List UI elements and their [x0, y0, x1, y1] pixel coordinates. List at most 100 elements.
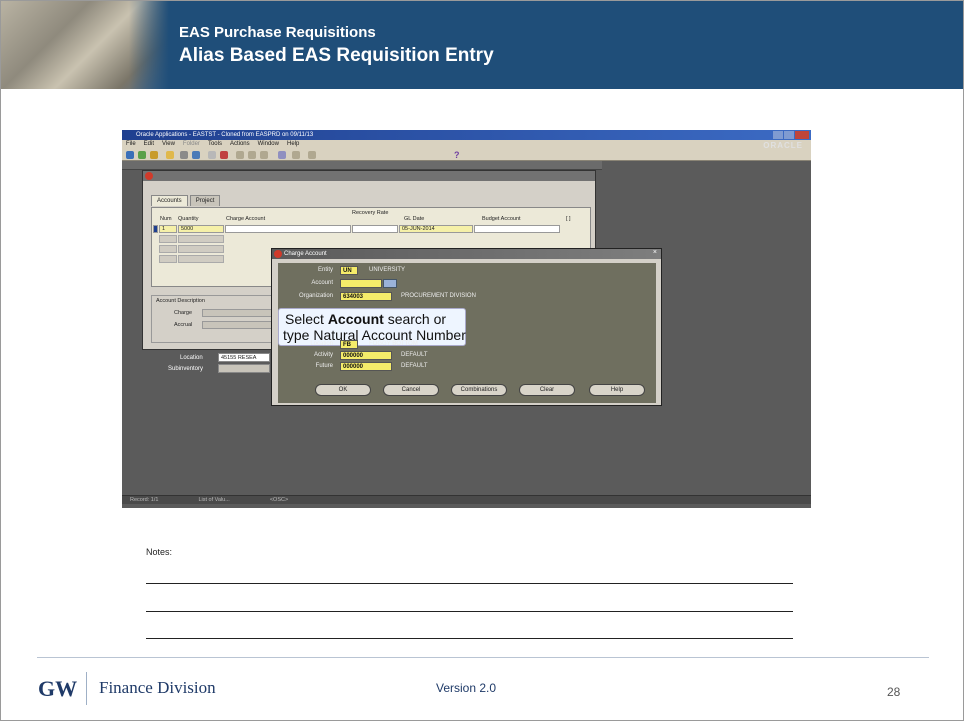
cell-quantity[interactable]: 5000: [178, 225, 224, 233]
attachments-icon[interactable]: [278, 151, 286, 159]
empty-row: [178, 235, 224, 243]
help-icon[interactable]: ?: [454, 151, 462, 160]
notes-line: [146, 583, 793, 584]
empty-row: [159, 235, 177, 243]
campus-photo: [1, 1, 169, 89]
empty-row: [178, 255, 224, 263]
account-description-title: Account Description: [156, 298, 205, 304]
col-gl-date: GL Date: [404, 216, 425, 222]
location-dialog-label: Location: [310, 341, 333, 347]
activity-field[interactable]: 000000: [340, 351, 392, 360]
combinations-button[interactable]: Combinations: [451, 384, 507, 396]
menu-window[interactable]: Window: [258, 140, 279, 149]
header-title: EAS Purchase Requisitions: [179, 24, 376, 41]
version-label: Version 2.0: [436, 681, 497, 695]
cancel-button[interactable]: Cancel: [383, 384, 439, 396]
edit-field-icon[interactable]: [308, 151, 316, 159]
location-label: Location: [180, 355, 203, 361]
tab-project[interactable]: Project: [189, 195, 221, 206]
empty-row: [159, 245, 177, 253]
close-icon[interactable]: [795, 131, 809, 139]
zoom-icon[interactable]: [150, 151, 158, 159]
help-button[interactable]: Help: [589, 384, 645, 396]
status-list: List of Valu...: [198, 497, 230, 503]
toolbar: ?: [122, 149, 811, 161]
menu-help[interactable]: Help: [287, 140, 299, 149]
folder-tools-icon[interactable]: [292, 151, 300, 159]
notes-label: Notes:: [146, 547, 173, 557]
slide: EAS Purchase Requisitions Alias Based EA…: [0, 0, 964, 721]
menu-actions[interactable]: Actions: [230, 140, 250, 149]
cell-num[interactable]: 1: [159, 225, 177, 233]
cell-charge-account[interactable]: [225, 225, 351, 233]
entity-label: Entity: [317, 267, 333, 273]
save-icon[interactable]: [126, 151, 134, 159]
navigate-icon[interactable]: [138, 151, 146, 159]
location-dialog-field[interactable]: FB: [340, 340, 358, 349]
location-dialog-desc: FOGGY BOTTOM: [369, 341, 418, 347]
activity-desc: DEFAULT: [401, 352, 428, 358]
window-titlebar: Oracle Applications - EASTST - Cloned fr…: [122, 130, 811, 140]
menu-file[interactable]: File: [126, 140, 136, 149]
maximize-icon[interactable]: [784, 131, 794, 139]
menu-tools[interactable]: Tools: [208, 140, 222, 149]
notes-line: [146, 638, 793, 639]
logo-separator: [86, 672, 87, 705]
status-osc: <OSC>: [269, 497, 289, 503]
tab-accounts[interactable]: Accounts: [151, 195, 188, 206]
future-label: Future: [315, 363, 333, 369]
minimize-icon[interactable]: [773, 131, 783, 139]
row-indicator[interactable]: [153, 225, 158, 233]
delete-record-icon[interactable]: [220, 151, 228, 159]
organization-desc: PROCUREMENT DIVISION: [401, 293, 476, 299]
account-field[interactable]: [340, 279, 382, 288]
cell-recovery-rate[interactable]: [352, 225, 398, 233]
cell-budget-account[interactable]: [474, 225, 560, 233]
find-icon[interactable]: [192, 151, 200, 159]
gw-logo: GW: [38, 676, 78, 701]
dialog-icon: [274, 250, 282, 258]
col-quantity: Quantity: [178, 216, 199, 222]
organization-field[interactable]: 634003: [340, 292, 392, 301]
footer-divider: [37, 657, 929, 658]
window-buttons: [773, 131, 809, 139]
future-field[interactable]: 000000: [340, 362, 392, 371]
account-description-box: Account Description Charge Accrual: [151, 295, 281, 343]
dialog-titlebar: Charge Account: [272, 249, 661, 259]
col-budget-account: Budget Account: [482, 216, 521, 222]
status-record: Record: 1/1: [130, 497, 159, 503]
future-desc: DEFAULT: [401, 363, 428, 369]
menu-folder[interactable]: Folder: [183, 140, 200, 149]
background-window-strip: [122, 161, 602, 170]
col-recovery-rate: Recovery Rate: [352, 210, 389, 216]
print-icon[interactable]: [180, 151, 188, 159]
paste-icon[interactable]: [260, 151, 268, 159]
empty-row: [159, 255, 177, 263]
clear-button[interactable]: Clear: [519, 384, 575, 396]
folder-column-icon[interactable]: [ ]: [566, 216, 571, 222]
header-banner: EAS Purchase Requisitions Alias Based EA…: [1, 1, 963, 89]
menu-view[interactable]: View: [162, 140, 175, 149]
accrual-description-field: [202, 321, 272, 329]
ok-button[interactable]: OK: [315, 384, 371, 396]
subinventory-field[interactable]: [218, 364, 270, 373]
new-record-icon[interactable]: [208, 151, 216, 159]
location-field[interactable]: 45155 RESEA: [218, 353, 270, 362]
finance-division-label: Finance Division: [99, 678, 216, 697]
callout-line1: Select Account search or: [285, 311, 447, 327]
menu-bar: File Edit View Folder Tools Actions Wind…: [122, 140, 811, 149]
col-num: Num: [160, 216, 172, 222]
entity-desc: UNIVERSITY: [369, 267, 406, 273]
folder-icon[interactable]: [166, 151, 174, 159]
cell-gl-date[interactable]: 05-JUN-2014: [399, 225, 473, 233]
account-lov-button[interactable]: [383, 279, 397, 288]
entity-field[interactable]: UN: [340, 266, 358, 275]
dialog-close-icon[interactable]: ×: [653, 249, 657, 256]
menu-edit[interactable]: Edit: [144, 140, 154, 149]
copy-icon[interactable]: [248, 151, 256, 159]
subinventory-label: Subinventory: [168, 366, 204, 372]
cut-icon[interactable]: [236, 151, 244, 159]
form-icon: [145, 172, 153, 180]
activity-label: Activity: [313, 352, 333, 358]
col-charge-account: Charge Account: [226, 216, 266, 222]
